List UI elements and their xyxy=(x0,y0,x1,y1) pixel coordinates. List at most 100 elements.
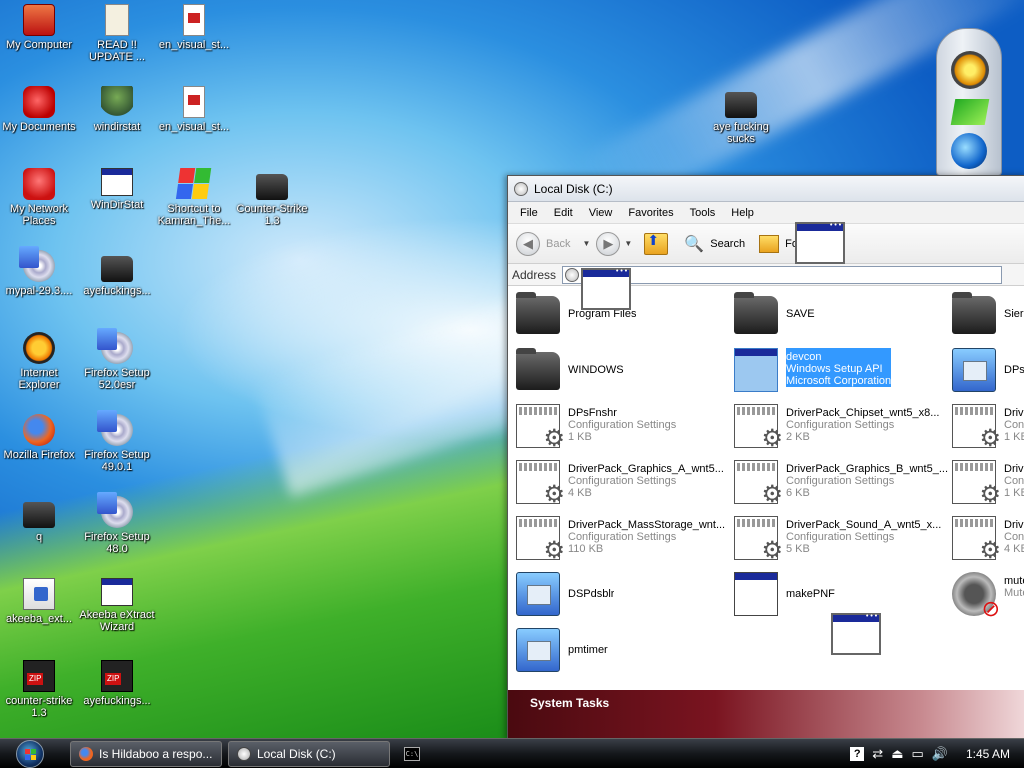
desktop-icon[interactable]: en_visual_st... xyxy=(155,4,233,51)
file-item[interactable]: pmtimer xyxy=(516,628,730,678)
file-item[interactable]: Sierr xyxy=(952,292,1024,342)
file-item[interactable]: DPsF xyxy=(952,348,1024,398)
file-name: Drive xyxy=(1004,407,1024,419)
desktop-icon[interactable]: WinDirStat xyxy=(78,168,156,211)
back-button[interactable]: Back xyxy=(546,238,570,250)
file-size: 110 KB xyxy=(568,543,604,555)
desktop-icon[interactable]: ayefuckings... xyxy=(78,660,156,707)
file-item[interactable]: DriverPack_Graphics_A_wnt5...Configurati… xyxy=(516,460,730,510)
file-size: 5 KB xyxy=(786,543,810,555)
desktop-icon[interactable]: Firefox Setup 48.0 xyxy=(78,492,156,555)
desktop-icon-label: Akeeba eXtract Wizard xyxy=(79,609,155,633)
desktop-icon[interactable]: akeeba_ext... xyxy=(0,578,78,625)
desktop-icon-label: WinDirStat xyxy=(90,199,144,211)
config-icon xyxy=(516,460,565,509)
file-size: 1 KB xyxy=(1004,487,1024,499)
system-tasks-panel[interactable]: System Tasks xyxy=(508,690,1024,740)
menu-favorites[interactable]: Favorites xyxy=(620,205,681,221)
menu-tools[interactable]: Tools xyxy=(682,205,724,221)
desktop-icon[interactable]: windirstat xyxy=(78,86,156,133)
volume-icon[interactable]: 🔊 xyxy=(932,746,948,762)
chevron-down-icon[interactable]: ▼ xyxy=(624,239,632,248)
file-meta: Sierr xyxy=(1004,292,1024,320)
explorer-window[interactable]: Local Disk (C:) File Edit View Favorites… xyxy=(507,175,1024,741)
zip-archive-icon xyxy=(101,660,133,692)
file-meta: DPsF xyxy=(1004,348,1024,376)
gadget-globe-icon[interactable] xyxy=(951,133,987,169)
desktop-icon[interactable]: My Network Places xyxy=(0,168,78,227)
display-icon[interactable]: ▭ xyxy=(911,746,923,762)
gadget-orb-icon[interactable] xyxy=(951,51,989,89)
desktop-icon[interactable]: Akeeba eXtract Wizard xyxy=(78,578,156,633)
file-type: Configuration Settings xyxy=(786,475,895,487)
file-item[interactable]: DriveConfi4 KB xyxy=(952,516,1024,566)
file-meta: DSPdsblr xyxy=(568,572,614,600)
menu-help[interactable]: Help xyxy=(723,205,762,221)
setup-disc-icon xyxy=(97,328,133,364)
desktop-icon[interactable]: counter-strike 1.3 xyxy=(0,660,78,719)
menu-edit[interactable]: Edit xyxy=(546,205,581,221)
file-item[interactable]: SAVE xyxy=(734,292,948,342)
desktop-icon[interactable]: aye fucking sucks xyxy=(702,86,780,145)
file-meta: makePNF xyxy=(786,572,835,600)
file-type: Confi xyxy=(1004,531,1024,543)
system-tasks-title: System Tasks xyxy=(530,696,610,710)
drag-ghost-window-icon xyxy=(581,267,631,310)
gadget-screen-icon[interactable] xyxy=(950,99,990,125)
taskbar-button-local-disk[interactable]: Local Disk (C:) xyxy=(228,740,390,767)
folders-icon[interactable] xyxy=(759,234,780,253)
file-item[interactable]: devcon Windows Setup API Microsoft Corpora… xyxy=(734,348,948,398)
file-item[interactable]: DriveConfi1 KB xyxy=(952,404,1024,454)
setup-disc-icon xyxy=(97,492,133,528)
search-icon[interactable]: 🔍 xyxy=(684,234,704,254)
taskbar-button-firefox[interactable]: Is Hildaboo a respo... xyxy=(70,740,222,767)
drive-icon xyxy=(514,181,528,196)
desktop-icon[interactable]: My Documents xyxy=(0,86,78,133)
setup-icon xyxy=(952,348,996,392)
file-item[interactable]: DPsFnshrConfiguration Settings1 KB xyxy=(516,404,730,454)
command-prompt-icon[interactable]: C:\ xyxy=(404,746,420,761)
sidebar-gadget[interactable] xyxy=(936,28,1002,176)
start-button[interactable] xyxy=(6,739,46,768)
desktop-icon[interactable]: mypal-29.3.... xyxy=(0,246,78,297)
desktop-icon[interactable]: en_visual_st... xyxy=(155,86,233,133)
config-icon xyxy=(516,404,565,453)
menu-view[interactable]: View xyxy=(581,205,621,221)
help-icon[interactable]: ? xyxy=(850,746,865,761)
file-name: DriverPack_Chipset_wnt5_x8... xyxy=(786,407,940,419)
desktop-icon[interactable]: Counter-Strike 1.3 xyxy=(233,168,311,227)
safely-remove-icon[interactable]: ⏏ xyxy=(891,746,903,762)
desktop-icon[interactable]: My Computer xyxy=(0,4,78,51)
file-item[interactable]: DSPdsblr xyxy=(516,572,730,622)
desktop-icon[interactable]: Shortcut to Kamran_The... xyxy=(155,168,233,227)
file-item[interactable]: DriveConfi1 KB xyxy=(952,460,1024,510)
file-item[interactable]: DriverPack_Chipset_wnt5_x8...Configurati… xyxy=(734,404,948,454)
desktop-icon[interactable]: READ !! UPDATE ... xyxy=(78,4,156,63)
file-item[interactable]: DriverPack_MassStorage_wnt...Configurati… xyxy=(516,516,730,566)
folder-up-icon[interactable] xyxy=(644,232,669,255)
network-icon[interactable]: ⇄ xyxy=(872,746,883,762)
desktop-icon[interactable]: Mozilla Firefox xyxy=(0,414,78,461)
desktop-icon[interactable]: q xyxy=(0,496,78,543)
file-item[interactable]: DriverPack_Graphics_B_wnt5_...Configurat… xyxy=(734,460,948,510)
desktop-icon[interactable]: Firefox Setup 49.0.1 xyxy=(78,410,156,473)
text-document-icon xyxy=(105,4,129,36)
file-item[interactable]: muteMute xyxy=(952,572,1024,622)
search-button[interactable]: Search xyxy=(710,238,745,250)
forward-arrow-icon[interactable]: ▶ xyxy=(596,231,621,256)
chevron-down-icon[interactable]: ▼ xyxy=(582,239,590,248)
desktop-icon[interactable]: ayefuckings... xyxy=(78,250,156,297)
desktop-icon[interactable]: Firefox Setup 52.0esr xyxy=(78,328,156,391)
file-size: 4 KB xyxy=(1004,543,1024,555)
windows-logo-icon[interactable] xyxy=(16,739,44,768)
folder-icon xyxy=(516,348,560,390)
file-size: 6 KB xyxy=(786,487,810,499)
menu-file[interactable]: File xyxy=(512,205,546,221)
desktop-icon[interactable]: Internet Explorer xyxy=(0,332,78,391)
clock[interactable]: 1:45 AM xyxy=(966,747,1010,761)
window-titlebar[interactable]: Local Disk (C:) xyxy=(508,176,1024,202)
file-item[interactable]: DriverPack_Sound_A_wnt5_x...Configuratio… xyxy=(734,516,948,566)
back-arrow-icon[interactable]: ◀ xyxy=(516,231,540,256)
file-type: Windows Setup API xyxy=(786,363,883,375)
file-item[interactable]: WINDOWS xyxy=(516,348,730,398)
